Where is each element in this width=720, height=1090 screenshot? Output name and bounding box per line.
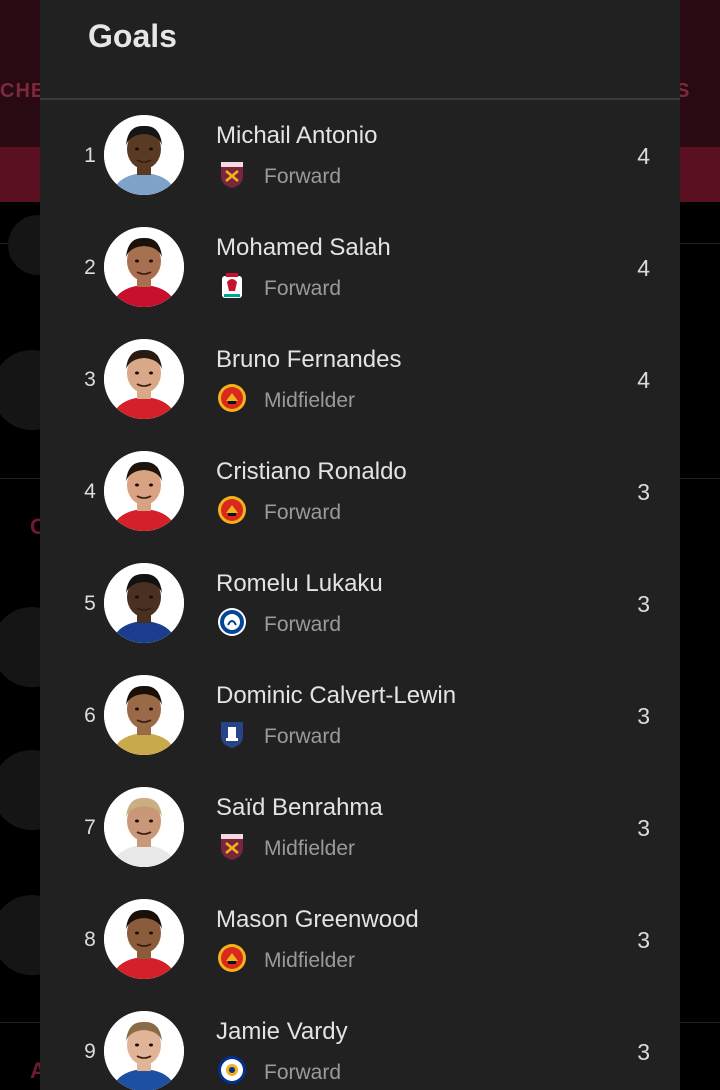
- player-row[interactable]: 3 Bruno Fernandes Midfielder 4: [40, 324, 680, 436]
- player-row[interactable]: 5 Romelu Lukaku Forward 3: [40, 548, 680, 660]
- player-name: Michail Antonio: [216, 122, 378, 149]
- player-goals: 4: [637, 367, 650, 393]
- player-avatar: [104, 451, 184, 531]
- player-row[interactable]: 8 Mason Greenwood Midfielder 3: [40, 884, 680, 996]
- player-rank: 6: [84, 704, 96, 727]
- player-name: Mohamed Salah: [216, 234, 391, 261]
- west-ham-crest-icon: [221, 834, 243, 860]
- player-position: Forward: [264, 613, 342, 636]
- player-goals: 4: [637, 143, 650, 169]
- player-name: Jamie Vardy: [216, 1018, 348, 1045]
- player-rank: 1: [84, 144, 96, 167]
- man-utd-crest-icon: [218, 384, 246, 412]
- player-goals: 3: [637, 703, 650, 729]
- player-position: Forward: [264, 277, 342, 300]
- leicester-crest-icon: [218, 1056, 246, 1084]
- player-name: Dominic Calvert-Lewin: [216, 682, 457, 709]
- player-goals: 4: [637, 255, 650, 281]
- player-rank: 7: [84, 816, 96, 839]
- player-avatar: [104, 1011, 184, 1090]
- player-goals: 3: [637, 927, 650, 953]
- player-goals: 3: [637, 815, 650, 841]
- player-avatar: [104, 899, 184, 979]
- goals-sheet: Goals 1 Michail Antonio Forward 4 2 Mohamed S…: [40, 0, 680, 1090]
- player-name: Cristiano Ronaldo: [216, 458, 407, 485]
- player-goals: 3: [637, 479, 650, 505]
- player-row[interactable]: 1 Michail Antonio Forward 4: [40, 100, 680, 212]
- player-avatar: [104, 675, 184, 755]
- player-position: Midfielder: [264, 389, 356, 412]
- player-goals: 3: [637, 591, 650, 617]
- player-name: Bruno Fernandes: [216, 346, 402, 373]
- player-rank: 5: [84, 592, 96, 615]
- player-row[interactable]: 4 Cristiano Ronaldo Forward 3: [40, 436, 680, 548]
- player-row[interactable]: 2 Mohamed Salah Forward 4: [40, 212, 680, 324]
- player-rank: 9: [84, 1040, 96, 1063]
- chelsea-crest-icon: [218, 608, 246, 636]
- player-position: Forward: [264, 1061, 342, 1084]
- player-row[interactable]: 7 Saïd Benrahma Midfielder 3: [40, 772, 680, 884]
- player-name: Romelu Lukaku: [216, 570, 383, 597]
- man-utd-crest-icon: [218, 496, 246, 524]
- player-avatar: [104, 787, 184, 867]
- sheet-title: Goals: [88, 18, 177, 54]
- player-avatar: [104, 339, 184, 419]
- player-row[interactable]: 9 Jamie Vardy Forward 3: [40, 996, 680, 1090]
- player-avatar: [104, 115, 184, 195]
- player-rank: 4: [84, 480, 96, 503]
- player-position: Forward: [264, 165, 342, 188]
- player-position: Midfielder: [264, 837, 356, 860]
- player-rank: 3: [84, 368, 96, 391]
- man-utd-crest-icon: [218, 944, 246, 972]
- player-rank: 8: [84, 928, 96, 951]
- player-goals: 3: [637, 1039, 650, 1065]
- player-avatar: [104, 563, 184, 643]
- everton-crest-icon: [221, 722, 243, 748]
- player-position: Midfielder: [264, 949, 356, 972]
- player-name: Mason Greenwood: [216, 906, 419, 933]
- liverpool-crest-icon: [222, 273, 242, 298]
- player-position: Forward: [264, 725, 342, 748]
- player-rank: 2: [84, 256, 96, 279]
- player-list: 1 Michail Antonio Forward 4 2 Mohamed Salah Fo…: [40, 100, 680, 1090]
- west-ham-crest-icon: [221, 162, 243, 188]
- player-row[interactable]: 6 Dominic Calvert-Lewin Forward 3: [40, 660, 680, 772]
- player-name: Saïd Benrahma: [216, 794, 383, 821]
- player-position: Forward: [264, 501, 342, 524]
- player-avatar: [104, 227, 184, 307]
